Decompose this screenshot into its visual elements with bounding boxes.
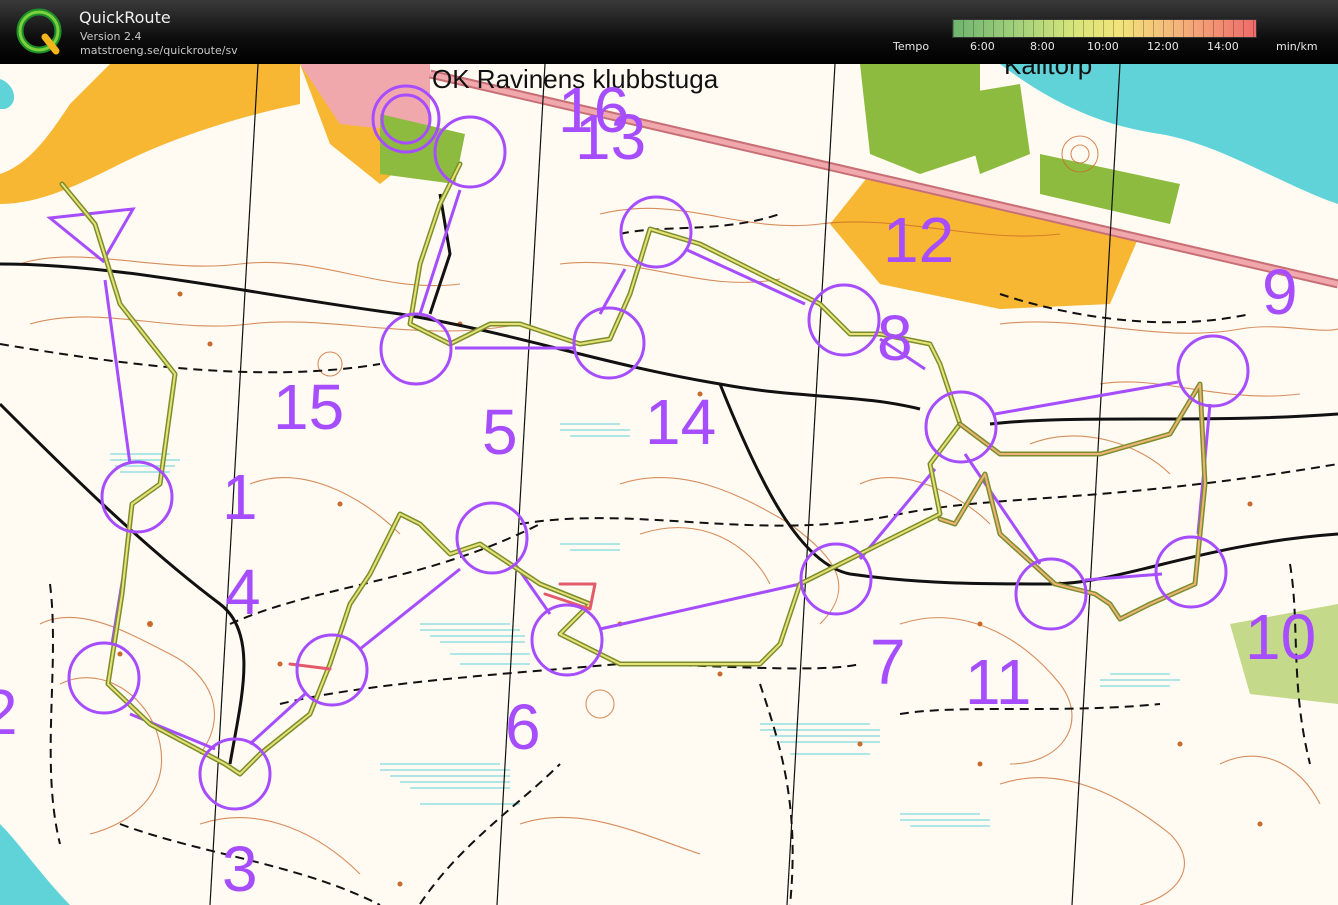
header-bar: QuickRoute Version 2.4 matstroeng.se/qui… xyxy=(0,0,1338,64)
tempo-tick: 14:00 xyxy=(1207,40,1239,53)
orienteering-map[interactable]: OK Ravinens klubbstuga Källtorp 1 3 4 5 … xyxy=(0,64,1338,905)
control-number-5: 5 xyxy=(482,396,518,468)
tempo-tick: 12:00 xyxy=(1147,40,1179,53)
control-number-15: 15 xyxy=(273,371,344,443)
control-number-16: 16 xyxy=(558,74,629,146)
control-number-10: 10 xyxy=(1245,601,1316,673)
tempo-tick: 10:00 xyxy=(1087,40,1119,53)
app-url[interactable]: matstroeng.se/quickroute/sv xyxy=(80,44,238,57)
control-number-12: 12 xyxy=(883,204,954,276)
tempo-color-scale xyxy=(952,19,1257,38)
tempo-unit: min/km xyxy=(1276,40,1318,53)
place-label-kalltorp: Källtorp xyxy=(1004,64,1092,80)
control-number-7: 7 xyxy=(870,626,906,698)
quickroute-logo-icon xyxy=(16,8,62,55)
app-version: Version 2.4 xyxy=(80,30,142,43)
app-title: QuickRoute xyxy=(79,8,171,27)
tempo-label: Tempo xyxy=(893,40,930,53)
control-number-14: 14 xyxy=(645,386,716,458)
control-number-3: 3 xyxy=(222,833,258,905)
tempo-tick: 8:00 xyxy=(1030,40,1055,53)
control-number-1: 1 xyxy=(222,461,258,533)
control-number-11: 11 xyxy=(965,646,1031,718)
control-number-8: 8 xyxy=(877,302,913,374)
control-number-6: 6 xyxy=(505,691,541,763)
control-number-9: 9 xyxy=(1262,256,1298,328)
tempo-tick: 6:00 xyxy=(970,40,995,53)
control-number-2: 2 xyxy=(0,676,18,748)
control-number-4: 4 xyxy=(225,556,261,628)
